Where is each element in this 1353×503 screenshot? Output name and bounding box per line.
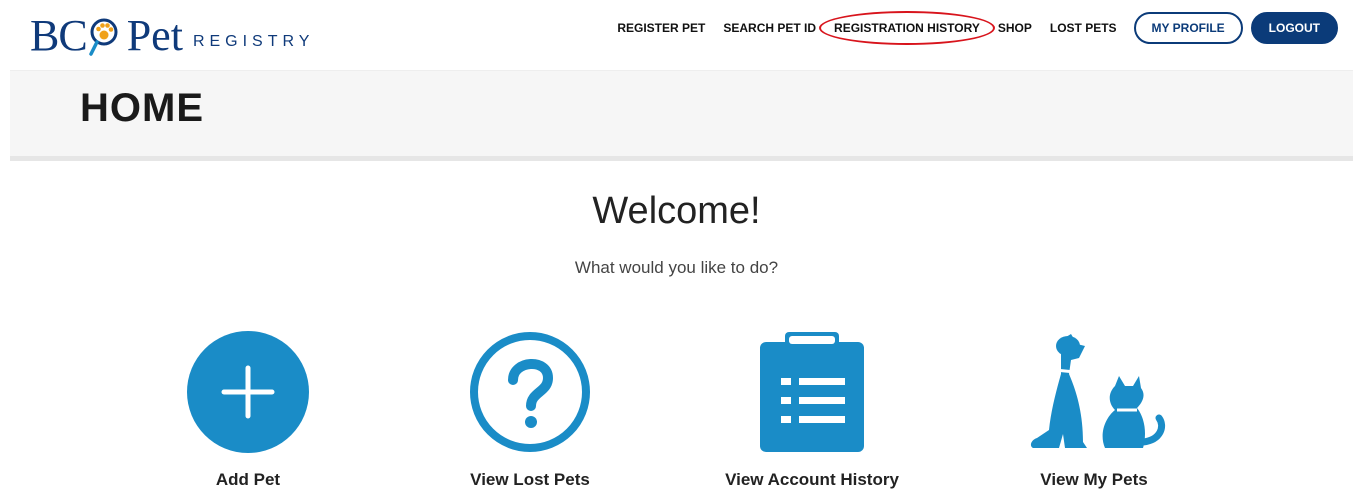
view-my-pets-action[interactable]: View My Pets — [994, 330, 1194, 489]
question-circle-icon — [470, 332, 590, 452]
add-pet-label: Add Pet — [215, 470, 281, 489]
plus-circle-icon — [187, 331, 309, 453]
page-title: HOME — [80, 86, 204, 130]
view-account-history-label: View Account History — [725, 470, 899, 489]
logo-pet-text: Pet — [126, 10, 183, 60]
clipboard-list-icon — [760, 332, 864, 452]
nav-shop[interactable]: SHOP — [989, 21, 1041, 35]
main-nav: REGISTER PET SEARCH PET ID REGISTRATION … — [608, 10, 1338, 46]
nav-lost-pets[interactable]: LOST PETS — [1041, 21, 1126, 35]
banner-divider — [10, 156, 1353, 161]
welcome-heading: Welcome! — [592, 190, 761, 232]
logo-registry-text: REGISTRY — [192, 33, 315, 50]
nav-search-pet-id[interactable]: SEARCH PET ID — [714, 21, 825, 35]
bc-pet-registry-logo[interactable]: BC Pet REGISTRY — [30, 4, 314, 66]
view-lost-pets-label: View Lost Pets — [470, 470, 590, 489]
page-banner — [10, 70, 1353, 157]
site-header: BC Pet REGISTRY REGISTER PET SEARCH PET … — [0, 0, 1353, 70]
nav-register-pet[interactable]: REGISTER PET — [608, 21, 714, 35]
view-my-pets-label: View My Pets — [1040, 470, 1148, 489]
view-account-history-action[interactable]: View Account History — [712, 330, 912, 489]
my-profile-button[interactable]: MY PROFILE — [1133, 12, 1243, 44]
add-pet-action[interactable]: Add Pet — [148, 330, 348, 489]
welcome-subtitle: What would you like to do? — [574, 258, 779, 277]
dog-cat-icon — [1030, 334, 1166, 448]
logout-button[interactable]: LOGOUT — [1250, 12, 1338, 44]
paw-magnifier-icon — [88, 14, 121, 56]
view-lost-pets-action[interactable]: View Lost Pets — [430, 330, 630, 489]
logo-bc-text: BC — [30, 10, 88, 60]
nav-registration-history[interactable]: REGISTRATION HISTORY — [819, 11, 995, 45]
